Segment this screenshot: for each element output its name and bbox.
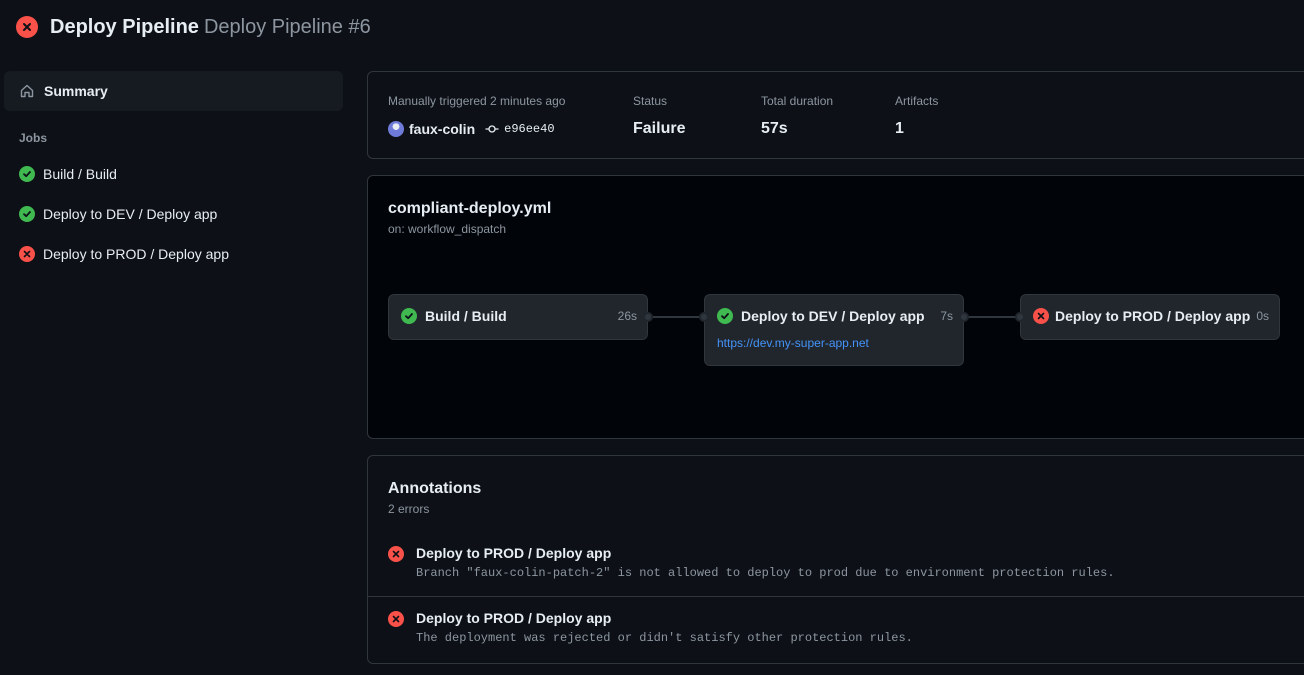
sidebar-item-summary[interactable]: Summary xyxy=(4,71,343,111)
run-title: Deploy Pipeline #6 xyxy=(203,15,371,38)
sidebar-job-label: Deploy to PROD / Deploy app xyxy=(43,246,229,262)
avatar[interactable] xyxy=(388,121,404,137)
node-name: Deploy to DEV / Deploy app xyxy=(741,308,925,324)
commit-link[interactable]: e96ee40 xyxy=(504,122,554,136)
node-duration: 7s xyxy=(940,309,953,323)
sidebar-job-deploy-dev[interactable]: Deploy to DEV / Deploy app xyxy=(4,194,343,234)
annotation-item[interactable]: Deploy to PROD / Deploy app Branch "faux… xyxy=(368,536,1304,600)
annotation-item[interactable]: Deploy to PROD / Deploy app The deployme… xyxy=(368,596,1304,660)
annotations-card: Annotations 2 errors Deploy to PROD / De… xyxy=(367,455,1304,664)
trigger-label: Manually triggered 2 minutes ago xyxy=(388,94,566,108)
x-circle-icon xyxy=(388,546,404,562)
node-port-in xyxy=(699,312,709,322)
check-circle-icon xyxy=(19,206,35,222)
annotation-message: Branch "faux-colin-patch-2" is not allow… xyxy=(416,566,1115,580)
duration-info: Total duration 57s xyxy=(761,94,833,138)
workflow-file-name[interactable]: compliant-deploy.yml xyxy=(388,200,551,218)
node-port-out xyxy=(643,312,653,322)
sidebar-job-deploy-prod[interactable]: Deploy to PROD / Deploy app xyxy=(4,234,343,274)
artifacts-label: Artifacts xyxy=(895,94,939,108)
check-circle-icon xyxy=(19,166,35,182)
annotation-title[interactable]: Deploy to PROD / Deploy app xyxy=(416,545,611,561)
node-port-in xyxy=(1015,312,1025,322)
run-summary-card: Manually triggered 2 minutes ago faux-co… xyxy=(367,71,1304,159)
status-label: Status xyxy=(633,94,668,108)
graph-node-deploy-prod[interactable]: Deploy to PROD / Deploy app 0s xyxy=(1015,294,1280,340)
sidebar-item-label: Summary xyxy=(44,83,108,99)
page-header: Deploy Pipeline Deploy Pipeline #6 xyxy=(16,14,371,40)
environment-url-link[interactable]: https://dev.my-super-app.net xyxy=(717,336,869,350)
node-name: Deploy to PROD / Deploy app xyxy=(1055,308,1251,324)
duration-value: 57s xyxy=(761,120,788,137)
annotation-title[interactable]: Deploy to PROD / Deploy app xyxy=(416,610,611,626)
trigger-info: Manually triggered 2 minutes ago faux-co… xyxy=(388,94,565,138)
graph-connector xyxy=(968,316,1020,318)
workflow-trigger: on: workflow_dispatch xyxy=(388,222,507,236)
status-value: Failure xyxy=(633,120,686,137)
sidebar-job-label: Deploy to DEV / Deploy app xyxy=(43,206,218,222)
x-circle-icon xyxy=(1033,308,1049,324)
check-circle-icon xyxy=(401,308,417,324)
annotation-message: The deployment was rejected or didn't sa… xyxy=(416,631,913,645)
check-circle-icon xyxy=(717,308,733,324)
x-circle-icon xyxy=(388,611,404,627)
node-duration: 0s xyxy=(1256,309,1269,323)
jobs-heading: Jobs xyxy=(19,131,48,145)
x-circle-icon xyxy=(19,246,35,262)
node-port-out xyxy=(959,312,969,322)
node-duration: 26s xyxy=(617,309,637,323)
home-icon xyxy=(19,83,35,99)
graph-node-deploy-dev[interactable]: Deploy to DEV / Deploy app 7s https://de… xyxy=(699,294,969,366)
failure-status-icon xyxy=(16,16,38,38)
sidebar: Summary Jobs Build / Build Deploy to DEV… xyxy=(4,71,343,274)
artifacts-count[interactable]: 1 xyxy=(895,120,938,138)
graph-node-build[interactable]: Build / Build 26s xyxy=(388,294,653,340)
graph-connector xyxy=(653,316,705,318)
duration-label: Total duration xyxy=(761,94,834,108)
sidebar-job-build[interactable]: Build / Build xyxy=(4,154,343,194)
workflow-title: Deploy Pipeline xyxy=(50,15,199,38)
annotations-count: 2 errors xyxy=(388,502,430,516)
sidebar-job-label: Build / Build xyxy=(43,166,117,182)
artifacts-info: Artifacts 1 xyxy=(895,94,938,138)
workflow-graph-card: compliant-deploy.yml on: workflow_dispat… xyxy=(367,175,1304,439)
annotations-title: Annotations xyxy=(388,480,482,497)
status-info: Status Failure xyxy=(633,94,685,138)
git-commit-icon xyxy=(485,122,499,136)
actor-link[interactable]: faux-colin xyxy=(409,121,475,137)
node-name: Build / Build xyxy=(425,308,507,324)
